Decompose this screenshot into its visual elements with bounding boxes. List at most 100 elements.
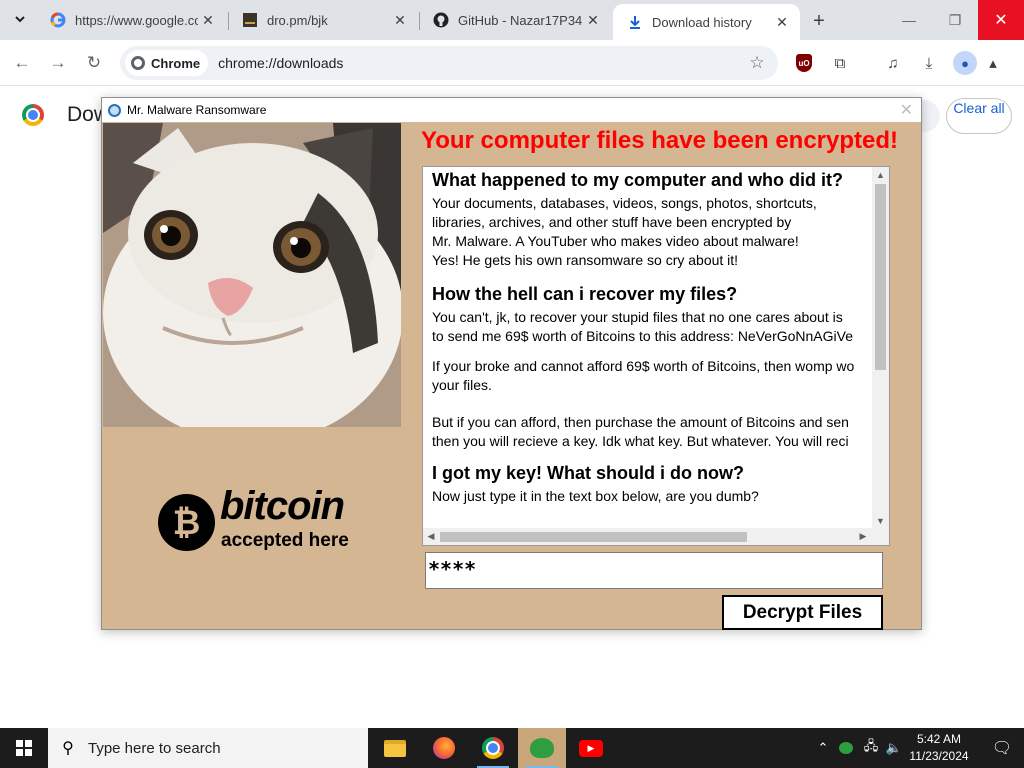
github-icon	[433, 12, 449, 28]
chevron-down-icon	[14, 13, 26, 28]
message-heading: How the hell can i recover my files?	[432, 284, 738, 304]
url-text[interactable]: chrome://downloads	[218, 55, 742, 71]
reload-button[interactable]: ↻	[81, 50, 107, 76]
tab-search-button[interactable]	[6, 6, 34, 34]
back-button[interactable]: ←	[9, 50, 35, 76]
new-tab-button[interactable]: +	[806, 8, 832, 34]
vertical-scrollbar[interactable]: ▲ ▼	[872, 167, 889, 529]
scroll-left-arrow-icon[interactable]: ◀	[423, 528, 439, 545]
scroll-up-arrow-icon[interactable]: ▲	[872, 167, 889, 183]
reload-icon: ↻	[86, 53, 102, 72]
minimize-button[interactable]: —	[886, 0, 932, 40]
minimize-icon: —	[902, 12, 916, 28]
message-line: then you will recieve a key. Idk what ke…	[432, 433, 849, 449]
ublock-extension-button[interactable]: uO	[791, 50, 817, 76]
cat-image	[103, 123, 401, 427]
close-icon[interactable]: ✕	[772, 12, 792, 32]
mascot-icon: ▴	[989, 55, 997, 72]
taskbar-file-explorer[interactable]	[371, 728, 419, 768]
scrollbar-thumb[interactable]	[440, 532, 747, 542]
volume-button[interactable]: 🔈	[884, 728, 904, 768]
restore-icon: ❐	[948, 11, 962, 28]
arrow-left-icon: ←	[13, 53, 31, 72]
taskbar: ⚲ Type here to search ▶ ⌃ 🖧 🔈 5:42 AM 11…	[0, 728, 1024, 768]
taskbar-youtube[interactable]: ▶	[567, 728, 615, 768]
media-queue-icon: ♫	[887, 54, 899, 72]
windows-logo-icon	[16, 740, 32, 756]
restore-button[interactable]: ❐	[932, 0, 978, 40]
close-icon[interactable]: ✕	[198, 10, 218, 30]
bitcoin-word: bitcoin	[220, 484, 345, 528]
horizontal-scrollbar[interactable]: ◀ ▶	[423, 528, 889, 545]
arrow-right-icon: →	[49, 53, 67, 72]
taskbar-search-box[interactable]: ⚲ Type here to search	[48, 728, 368, 768]
tab-title: Download history	[652, 14, 752, 30]
show-hidden-icons-button[interactable]: ⌃	[814, 728, 832, 768]
scrollbar-thumb[interactable]	[875, 184, 886, 370]
message-heading: I got my key! What should i do now?	[432, 463, 744, 483]
scroll-down-arrow-icon[interactable]: ▼	[872, 513, 889, 529]
tab-github[interactable]: GitHub - Nazar17P342 ✕	[419, 0, 611, 40]
taskbar-clock[interactable]: 5:42 AM 11/23/2024	[906, 731, 972, 765]
window-titlebar[interactable]: Mr. Malware Ransomware ✕	[102, 98, 921, 122]
window-title: Mr. Malware Ransomware	[127, 103, 267, 117]
decryption-key-input[interactable]: ****	[425, 552, 883, 589]
clock-time: 5:42 AM	[916, 732, 962, 746]
close-icon[interactable]: ✕	[900, 100, 913, 120]
message-line: your files.	[432, 377, 492, 393]
bitcoin-icon: ₿	[158, 494, 215, 551]
close-icon[interactable]: ✕	[583, 10, 603, 30]
youtube-icon: ▶	[579, 739, 603, 757]
taskbar-chrome[interactable]	[469, 728, 517, 768]
message-line: You can't, jk, to recover your stupid fi…	[432, 309, 843, 325]
app-icon	[108, 103, 121, 117]
address-bar[interactable]: Chrome chrome://downloads ☆	[120, 46, 778, 80]
chip-label: Chrome	[151, 55, 201, 71]
media-controls-button[interactable]: ♫	[880, 50, 906, 76]
folder-icon	[384, 739, 406, 757]
scroll-right-arrow-icon[interactable]: ▶	[855, 528, 871, 545]
clear-all-button[interactable]: Clear all	[946, 98, 1012, 134]
close-icon[interactable]: ✕	[390, 10, 410, 30]
site-info-chip[interactable]: Chrome	[125, 50, 209, 76]
tab-title: dro.pm/bjk	[267, 12, 328, 28]
tray-app-icon[interactable]	[836, 728, 856, 768]
tab-download-history[interactable]: Download history ✕	[613, 4, 800, 40]
search-placeholder: Type here to search	[88, 739, 221, 757]
message-line: If your broke and cannot afford 69$ wort…	[432, 358, 855, 374]
start-button[interactable]	[0, 728, 48, 768]
decrypt-files-button[interactable]: Decrypt Files	[722, 595, 883, 630]
extensions-button[interactable]: ⧉	[827, 50, 853, 76]
message-line: Now just type it in the text box below, …	[432, 488, 759, 504]
browser-menu-button[interactable]: ▴	[980, 50, 1006, 76]
message-line: libraries, archives, and other stuff hav…	[432, 214, 792, 230]
downloads-button[interactable]: ⤓	[916, 50, 942, 76]
profile-button[interactable]: ●	[952, 50, 978, 76]
taskbar-firefox[interactable]	[420, 728, 468, 768]
ransom-message-box[interactable]: What happened to my computer and who did…	[422, 166, 890, 546]
search-icon: ⚲	[62, 740, 74, 757]
tab-strip: https://www.google.co ✕ dro.pm/bjk ✕ Git…	[0, 0, 1024, 40]
bitcoin-subtitle: accepted here	[221, 530, 349, 551]
taskbar-malware-app[interactable]	[518, 728, 566, 768]
ransom-message-content: What happened to my computer and who did…	[432, 170, 872, 525]
message-heading: What happened to my computer and who did…	[432, 170, 843, 190]
ublock-icon: uO	[796, 54, 812, 72]
plus-icon: +	[813, 9, 825, 32]
tab-google[interactable]: https://www.google.co ✕	[36, 0, 226, 40]
bitcoin-accepted-logo: ₿ bitcoin accepted here	[158, 484, 358, 558]
window-close-button[interactable]: ✕	[978, 0, 1024, 40]
network-button[interactable]: 🖧	[860, 728, 882, 768]
tab-title: https://www.google.co	[75, 12, 198, 28]
message-line: Mr. Malware. A YouTuber who makes video …	[432, 233, 799, 249]
forward-button[interactable]: →	[45, 50, 71, 76]
network-icon: 🖧	[863, 738, 879, 753]
bookmark-star-icon[interactable]: ☆	[742, 53, 772, 73]
chrome-logo-icon	[22, 104, 44, 126]
firefox-icon	[433, 737, 455, 759]
ransomware-window: Mr. Malware Ransomware ✕ ₿ bitcoin accep…	[101, 97, 922, 630]
download-icon: ⤓	[925, 54, 933, 72]
notifications-button[interactable]: 🗨	[980, 728, 1024, 768]
tab-dro-pm[interactable]: dro.pm/bjk ✕	[228, 0, 418, 40]
chevron-up-icon: ⌃	[817, 740, 829, 755]
